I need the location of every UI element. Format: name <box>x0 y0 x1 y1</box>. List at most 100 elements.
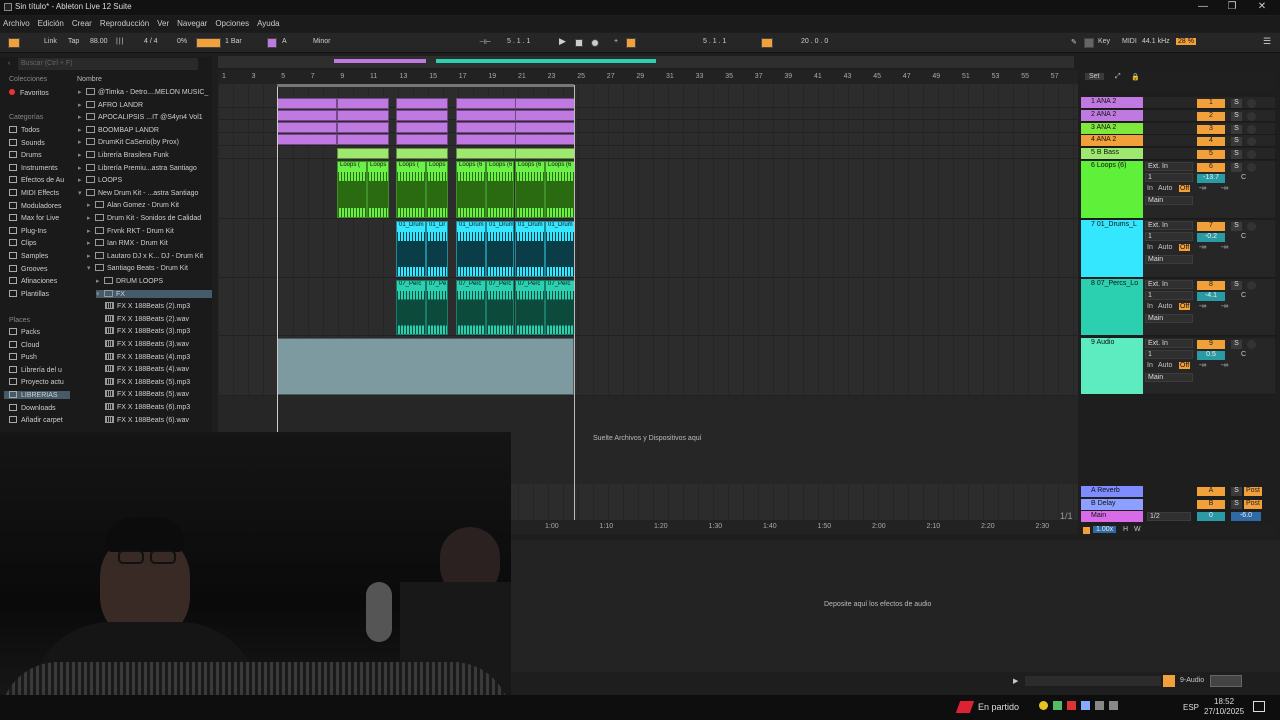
solo-button[interactable]: S <box>1231 340 1242 349</box>
place-item[interactable]: Packs <box>9 328 40 336</box>
audio-clip[interactable]: 07_Perc <box>515 280 545 335</box>
browser-file-item[interactable]: FX X 188Beats (2).mp3 <box>105 302 190 310</box>
loop-length-field[interactable]: 20 . 0 . 0 <box>801 38 828 45</box>
output-select[interactable]: Main <box>1145 314 1193 323</box>
stop-icon[interactable] <box>575 39 583 47</box>
track-name[interactable]: 9 Audio <box>1081 338 1143 394</box>
audio-clip[interactable] <box>515 134 575 145</box>
arm-button[interactable] <box>1247 222 1256 231</box>
track-header[interactable]: 6 Loops (6) 6 S Ext. In 1 In Auto Off Main -13.7 C… <box>1081 161 1275 219</box>
audio-clip[interactable]: 01_Dr <box>426 221 448 277</box>
track-activator[interactable]: 8 <box>1197 281 1225 290</box>
monitor-auto[interactable]: Auto <box>1158 185 1172 192</box>
browser-toggle-icon[interactable] <box>8 38 20 48</box>
audio-clip[interactable] <box>396 134 448 145</box>
track-volume[interactable]: -4.1 <box>1197 292 1225 301</box>
language-indicator[interactable]: ESP <box>1183 703 1199 712</box>
key-select[interactable]: A <box>282 38 287 45</box>
return-b-name[interactable]: B Delay <box>1081 499 1143 510</box>
menu-reproduccion[interactable]: Reproducción <box>97 16 152 31</box>
expand-icon[interactable]: ▾ <box>78 189 86 197</box>
audio-clip[interactable] <box>396 110 448 121</box>
browser-folder-item[interactable]: ▸ Lautaro DJ x K... DJ - Drum Kit <box>87 251 203 260</box>
set-button[interactable]: Set <box>1085 73 1104 80</box>
browser-file-item[interactable]: FX X 188Beats (5).mp3 <box>105 377 190 386</box>
input-channel-select[interactable]: 1 <box>1145 291 1193 300</box>
browser-folder-item[interactable]: ▸ Frvnk RKT - Drum Kit <box>87 226 174 235</box>
expand-icon[interactable]: ▾ <box>87 264 95 272</box>
audio-clip[interactable] <box>515 110 575 121</box>
expand-icon[interactable]: ▸ <box>87 239 95 247</box>
send-a[interactable]: -∞ <box>1199 185 1206 192</box>
track-activator[interactable]: 2 <box>1197 112 1225 121</box>
send-a[interactable]: -∞ <box>1199 244 1206 251</box>
browser-folder-item[interactable]: ▸ BOOMBAP LANDR <box>78 125 159 134</box>
audio-clip[interactable] <box>277 98 337 109</box>
category-item[interactable]: Clips <box>9 239 37 247</box>
browser-folder-item[interactable]: ▾ Santiago Beats - Drum Kit <box>87 264 188 272</box>
monitor-in[interactable]: In <box>1147 185 1153 192</box>
input-type-select[interactable]: Ext. In <box>1145 339 1193 348</box>
input-channel-select[interactable]: 1 <box>1145 350 1193 359</box>
audio-clip[interactable]: Loops ( <box>337 161 367 218</box>
browser-file-item[interactable]: FX X 188Beats (6).wav <box>105 415 189 424</box>
track-activator[interactable]: 3 <box>1197 125 1225 134</box>
menu-opciones[interactable]: Opciones <box>212 16 252 31</box>
arm-button[interactable] <box>1247 125 1256 134</box>
menu-ver[interactable]: Ver <box>154 16 172 31</box>
send-b[interactable]: -∞ <box>1221 244 1228 251</box>
browser-folder-item[interactable]: ▸ AFRO LANDR <box>78 100 143 109</box>
category-item[interactable]: Todos <box>9 126 40 134</box>
solo-button[interactable]: S <box>1231 222 1242 231</box>
audio-clip[interactable]: 07_Perc <box>545 280 575 335</box>
browser-file-item[interactable]: FX X 188Beats (5).wav <box>105 390 189 398</box>
track-activator[interactable]: 1 <box>1197 99 1225 108</box>
track-activator[interactable]: 9 <box>1197 340 1225 349</box>
category-item[interactable]: Samples <box>9 252 48 260</box>
output-select[interactable]: Main <box>1145 196 1193 205</box>
audio-clip[interactable]: Loops (6 <box>515 161 545 218</box>
close-button[interactable]: ✕ <box>1252 1 1272 13</box>
tap-button[interactable]: Tap <box>68 38 79 45</box>
loop-switch-icon[interactable] <box>761 38 773 48</box>
return-b-activator[interactable]: B <box>1197 500 1225 509</box>
expand-icon[interactable]: ▸ <box>78 164 86 172</box>
restore-button[interactable]: ❐ <box>1222 1 1242 13</box>
browser-file-item[interactable]: FX X 188Beats (6).mp3 <box>105 403 190 411</box>
track-name[interactable]: 5 B Bass <box>1081 148 1143 159</box>
track-name[interactable]: 6 Loops (6) <box>1081 161 1143 218</box>
audio-clip[interactable]: Loops ( <box>367 161 389 218</box>
track-pan[interactable]: C <box>1241 351 1246 358</box>
tray-icons[interactable] <box>1039 701 1149 713</box>
return-a-activator[interactable]: A <box>1197 487 1225 496</box>
audio-clip[interactable] <box>337 110 389 121</box>
input-type-select[interactable]: Ext. In <box>1145 280 1193 289</box>
send-b[interactable]: -∞ <box>1221 185 1228 192</box>
category-item[interactable]: Grooves <box>9 264 47 273</box>
arm-button[interactable] <box>1247 99 1256 108</box>
audio-clip[interactable]: 01_Drum <box>486 221 514 277</box>
track-name[interactable]: 3 ANA 2 <box>1081 123 1143 134</box>
expand-icon[interactable]: ▸ <box>78 101 86 109</box>
expand-icon[interactable]: ▸ <box>78 176 86 184</box>
monitor-auto[interactable]: Auto <box>1158 244 1172 251</box>
arm-button[interactable] <box>1247 150 1256 159</box>
audio-clip[interactable]: 07_Perc <box>396 280 426 335</box>
category-item[interactable]: Moduladores <box>9 201 61 210</box>
expand-icon[interactable]: ▸ <box>87 201 95 209</box>
monitor-off[interactable]: Off <box>1179 303 1191 310</box>
track-activator[interactable]: 7 <box>1197 222 1225 231</box>
audio-clip[interactable] <box>337 148 389 159</box>
browser-file-item[interactable]: FX X 188Beats (3).mp3 <box>105 327 190 335</box>
expand-icon[interactable]: ▸ <box>78 138 86 146</box>
metronome-button[interactable] <box>196 38 221 48</box>
view-toggle[interactable] <box>1210 675 1242 687</box>
monitor-in[interactable]: In <box>1147 244 1153 251</box>
audio-clip[interactable] <box>337 122 389 133</box>
output-select[interactable]: Main <box>1145 255 1193 264</box>
browser-folder-item[interactable]: ▸ APOCALIPSIS ...IT @S4yn4 Vol1 <box>78 113 203 121</box>
track-volume[interactable]: -13.7 <box>1197 174 1225 183</box>
browser-file-item[interactable]: FX X 188Beats (4).mp3 <box>105 352 190 361</box>
audio-clip[interactable] <box>456 122 516 133</box>
menu-crear[interactable]: Crear <box>69 16 95 31</box>
